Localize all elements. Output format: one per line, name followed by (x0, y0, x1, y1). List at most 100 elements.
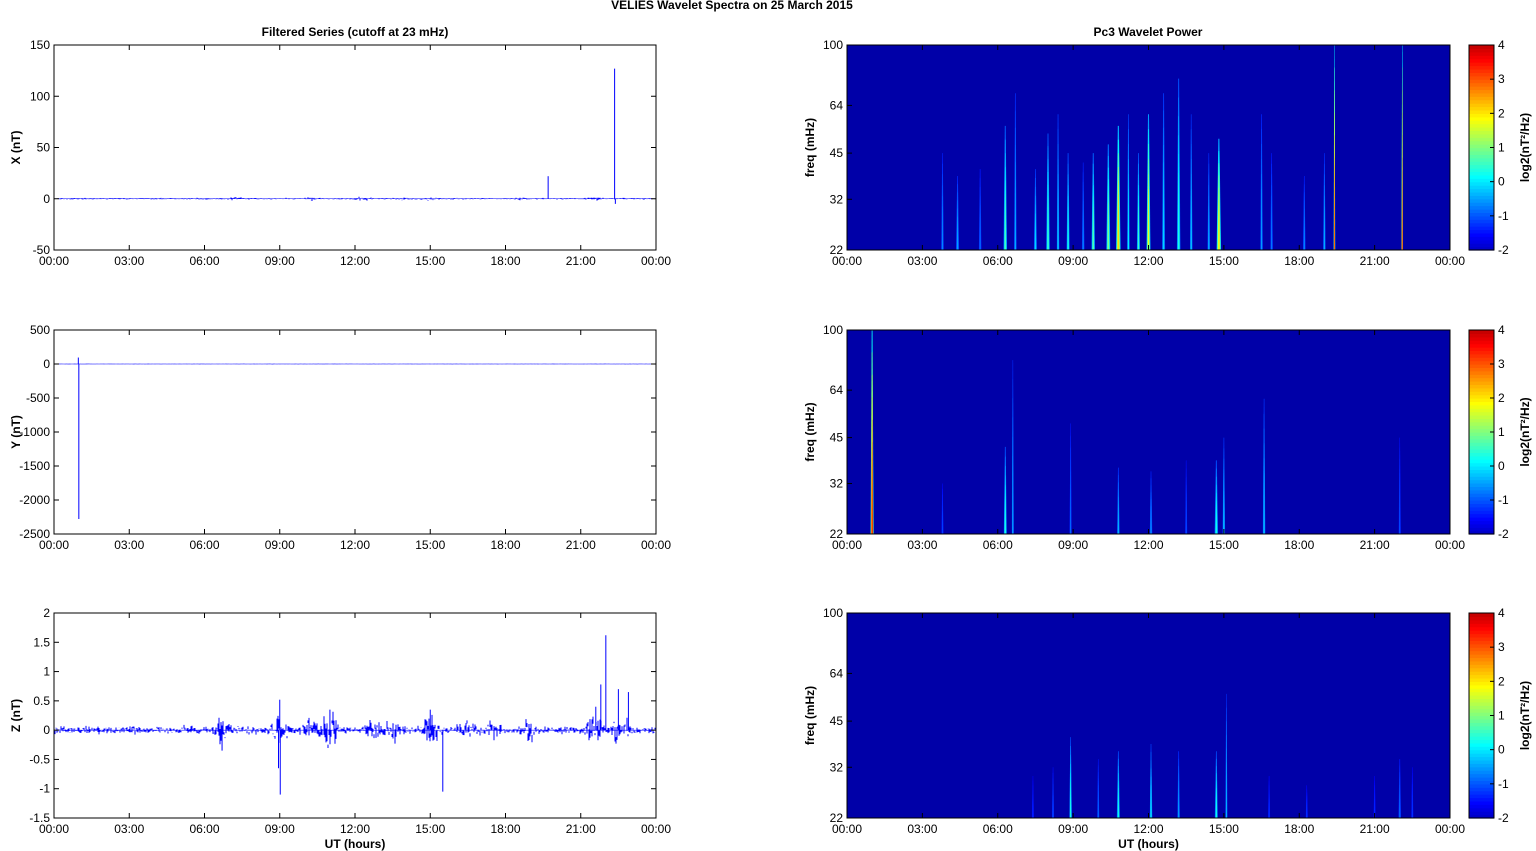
series-z-xtick-label: 18:00 (490, 822, 520, 836)
wavelet-x-colorbar-strip (1469, 171, 1494, 176)
wavelet-x-colorbar-strip (1469, 229, 1494, 234)
series-x-ytick-label: 0 (43, 192, 50, 206)
wavelet-x-colorbar-label: 4 (1498, 38, 1505, 52)
wavelet-z-ytick-label: 32 (830, 760, 844, 774)
wavelet-z-colorbar-strip (1469, 684, 1494, 689)
wavelet-z-colorbar-strip (1469, 715, 1494, 720)
wavelet-x-colorbar-strip (1469, 219, 1494, 224)
series-x-xtick-label: 09:00 (265, 254, 295, 268)
wavelet-z-colorbar-strip (1469, 759, 1494, 764)
series-x-xtick-label: 12:00 (340, 254, 370, 268)
wavelet-y-colorbar-strip (1469, 425, 1494, 430)
wavelet-y-ytick-label: 32 (830, 477, 844, 491)
series-z-ytick-label: 0.5 (33, 694, 50, 708)
series-y-ytick-label: -1500 (19, 459, 50, 473)
wavelet-z-colorbar-strip (1469, 626, 1494, 631)
wavelet-z-colorbar-strip (1469, 807, 1494, 812)
wavelet-x-colorbar-label: 2 (1498, 106, 1505, 120)
wavelet-z-colorbar-strip (1469, 657, 1494, 662)
right-column-title: Pc3 Wavelet Power (1094, 25, 1203, 39)
wavelet-z-colorbar-strip (1469, 749, 1494, 754)
wavelet-x-colorbar-strip (1469, 106, 1494, 111)
series-z-xtick-label: 15:00 (415, 822, 445, 836)
wavelet-y-colorbar-label: -2 (1498, 527, 1509, 541)
wavelet-x-colorbar-strip (1469, 198, 1494, 203)
wavelet-z-ytick-label: 64 (830, 666, 844, 680)
wavelet-x-colorbar-strip (1469, 116, 1494, 121)
wavelet-y-colorbar-label: 4 (1498, 323, 1505, 337)
wavelet-z-ytick-label: 100 (823, 606, 843, 620)
wavelet-y-xtick-label: 00:00 (1435, 538, 1465, 552)
wavelet-x-colorbar-strip (1469, 55, 1494, 60)
wavelet-x-colorbar-strip (1469, 120, 1494, 125)
wavelet-y-ytick-label: 45 (830, 431, 844, 445)
series-z-xtick-label: 00:00 (39, 822, 69, 836)
wavelet-z-background (847, 613, 1450, 818)
wavelet-x-colorbar-strip (1469, 168, 1494, 173)
series-z-xtick-label: 00:00 (641, 822, 671, 836)
wavelet-y-colorbar-strip (1469, 374, 1494, 379)
wavelet-x-colorbar-strip (1469, 137, 1494, 142)
wavelet-y-ylabel: freq (mHz) (803, 402, 817, 461)
series-z-ytick-label: -0.5 (29, 752, 50, 766)
series-y-xtick-label: 00:00 (641, 538, 671, 552)
wavelet-y-colorbar-label: 3 (1498, 357, 1505, 371)
series-z-xtick-label: 21:00 (566, 822, 596, 836)
series-y-plot-area (54, 330, 656, 534)
series-z-xtick-label: 12:00 (340, 822, 370, 836)
series-x-plot-area (54, 45, 656, 250)
wavelet-z-colorbar-strip (1469, 705, 1494, 710)
wavelet-y-colorbar-label: -1 (1498, 493, 1509, 507)
wavelet-x-colorbar-strip (1469, 209, 1494, 214)
series-z-ylabel: Z (nT) (9, 699, 23, 732)
wavelet-x-xtick-label: 21:00 (1360, 254, 1390, 268)
wavelet-z-colorbar-strip (1469, 623, 1494, 628)
series-x-xtick-label: 00:00 (39, 254, 69, 268)
wavelet-x-colorbar-strip (1469, 243, 1494, 248)
wavelet-x-ylabel: freq (mHz) (803, 118, 817, 177)
wavelet-x-xtick-label: 03:00 (907, 254, 937, 268)
series-z-ytick-label: 1.5 (33, 635, 50, 649)
wavelet-z-xtick-label: 03:00 (907, 822, 937, 836)
wavelet-x-xtick-label: 09:00 (1058, 254, 1088, 268)
wavelet-x-colorbar-strip (1469, 191, 1494, 196)
wavelet-z-colorbar-strip (1469, 636, 1494, 641)
wavelet-y-xtick-label: 06:00 (983, 538, 1013, 552)
wavelet-z-colorbar-label: 4 (1498, 606, 1505, 620)
series-z-ytick-label: 1 (43, 665, 50, 679)
wavelet-z-colorbar-strip (1469, 736, 1494, 741)
series-y-xtick-label: 06:00 (189, 538, 219, 552)
series-x-xtick-label: 18:00 (490, 254, 520, 268)
series-x-xtick-label: 03:00 (114, 254, 144, 268)
wavelet-z-colorbar-strip (1469, 688, 1494, 693)
wavelet-y-colorbar-strip (1469, 330, 1494, 334)
series-y-ytick-label: 500 (30, 323, 50, 337)
wavelet-y-colorbar-title: log2(nT²/Hz) (1518, 397, 1532, 466)
wavelet-y-colorbar-strip (1469, 459, 1494, 464)
left-column-title: Filtered Series (cutoff at 23 mHz) (262, 25, 449, 39)
wavelet-z-colorbar-strip (1469, 739, 1494, 744)
wavelet-x-colorbar-strip (1469, 79, 1494, 84)
wavelet-z-colorbar-strip (1469, 718, 1494, 723)
wavelet-z-colorbar-label: -1 (1498, 777, 1509, 791)
wavelet-z-colorbar-strip (1469, 790, 1494, 795)
wavelet-x-colorbar-strip (1469, 239, 1494, 244)
wavelet-y-colorbar-label: 2 (1498, 391, 1505, 405)
wavelet-z-colorbar-strip (1469, 787, 1494, 792)
wavelet-z-xtick-label: 18:00 (1284, 822, 1314, 836)
wavelet-y-xtick-label: 18:00 (1284, 538, 1314, 552)
wavelet-x-ytick-label: 64 (830, 98, 844, 112)
wavelet-z-xtick-label: 00:00 (832, 822, 862, 836)
wavelet-z-colorbar-strip (1469, 698, 1494, 703)
wavelet-x-colorbar-strip (1469, 48, 1494, 53)
wavelet-y-colorbar-strip (1469, 510, 1494, 515)
wavelet-z-colorbar-strip (1469, 708, 1494, 713)
wavelet-z-colorbar-strip (1469, 613, 1494, 618)
wavelet-x-colorbar-strip (1469, 222, 1494, 227)
wavelet-x-colorbar-strip (1469, 157, 1494, 162)
series-y-xtick-label: 15:00 (415, 538, 445, 552)
series-z-ytick-label: 2 (43, 606, 50, 620)
wavelet-z-colorbar-strip (1469, 616, 1494, 621)
wavelet-y-xtick-label: 00:00 (832, 538, 862, 552)
wavelet-z-colorbar-strip (1469, 797, 1494, 802)
